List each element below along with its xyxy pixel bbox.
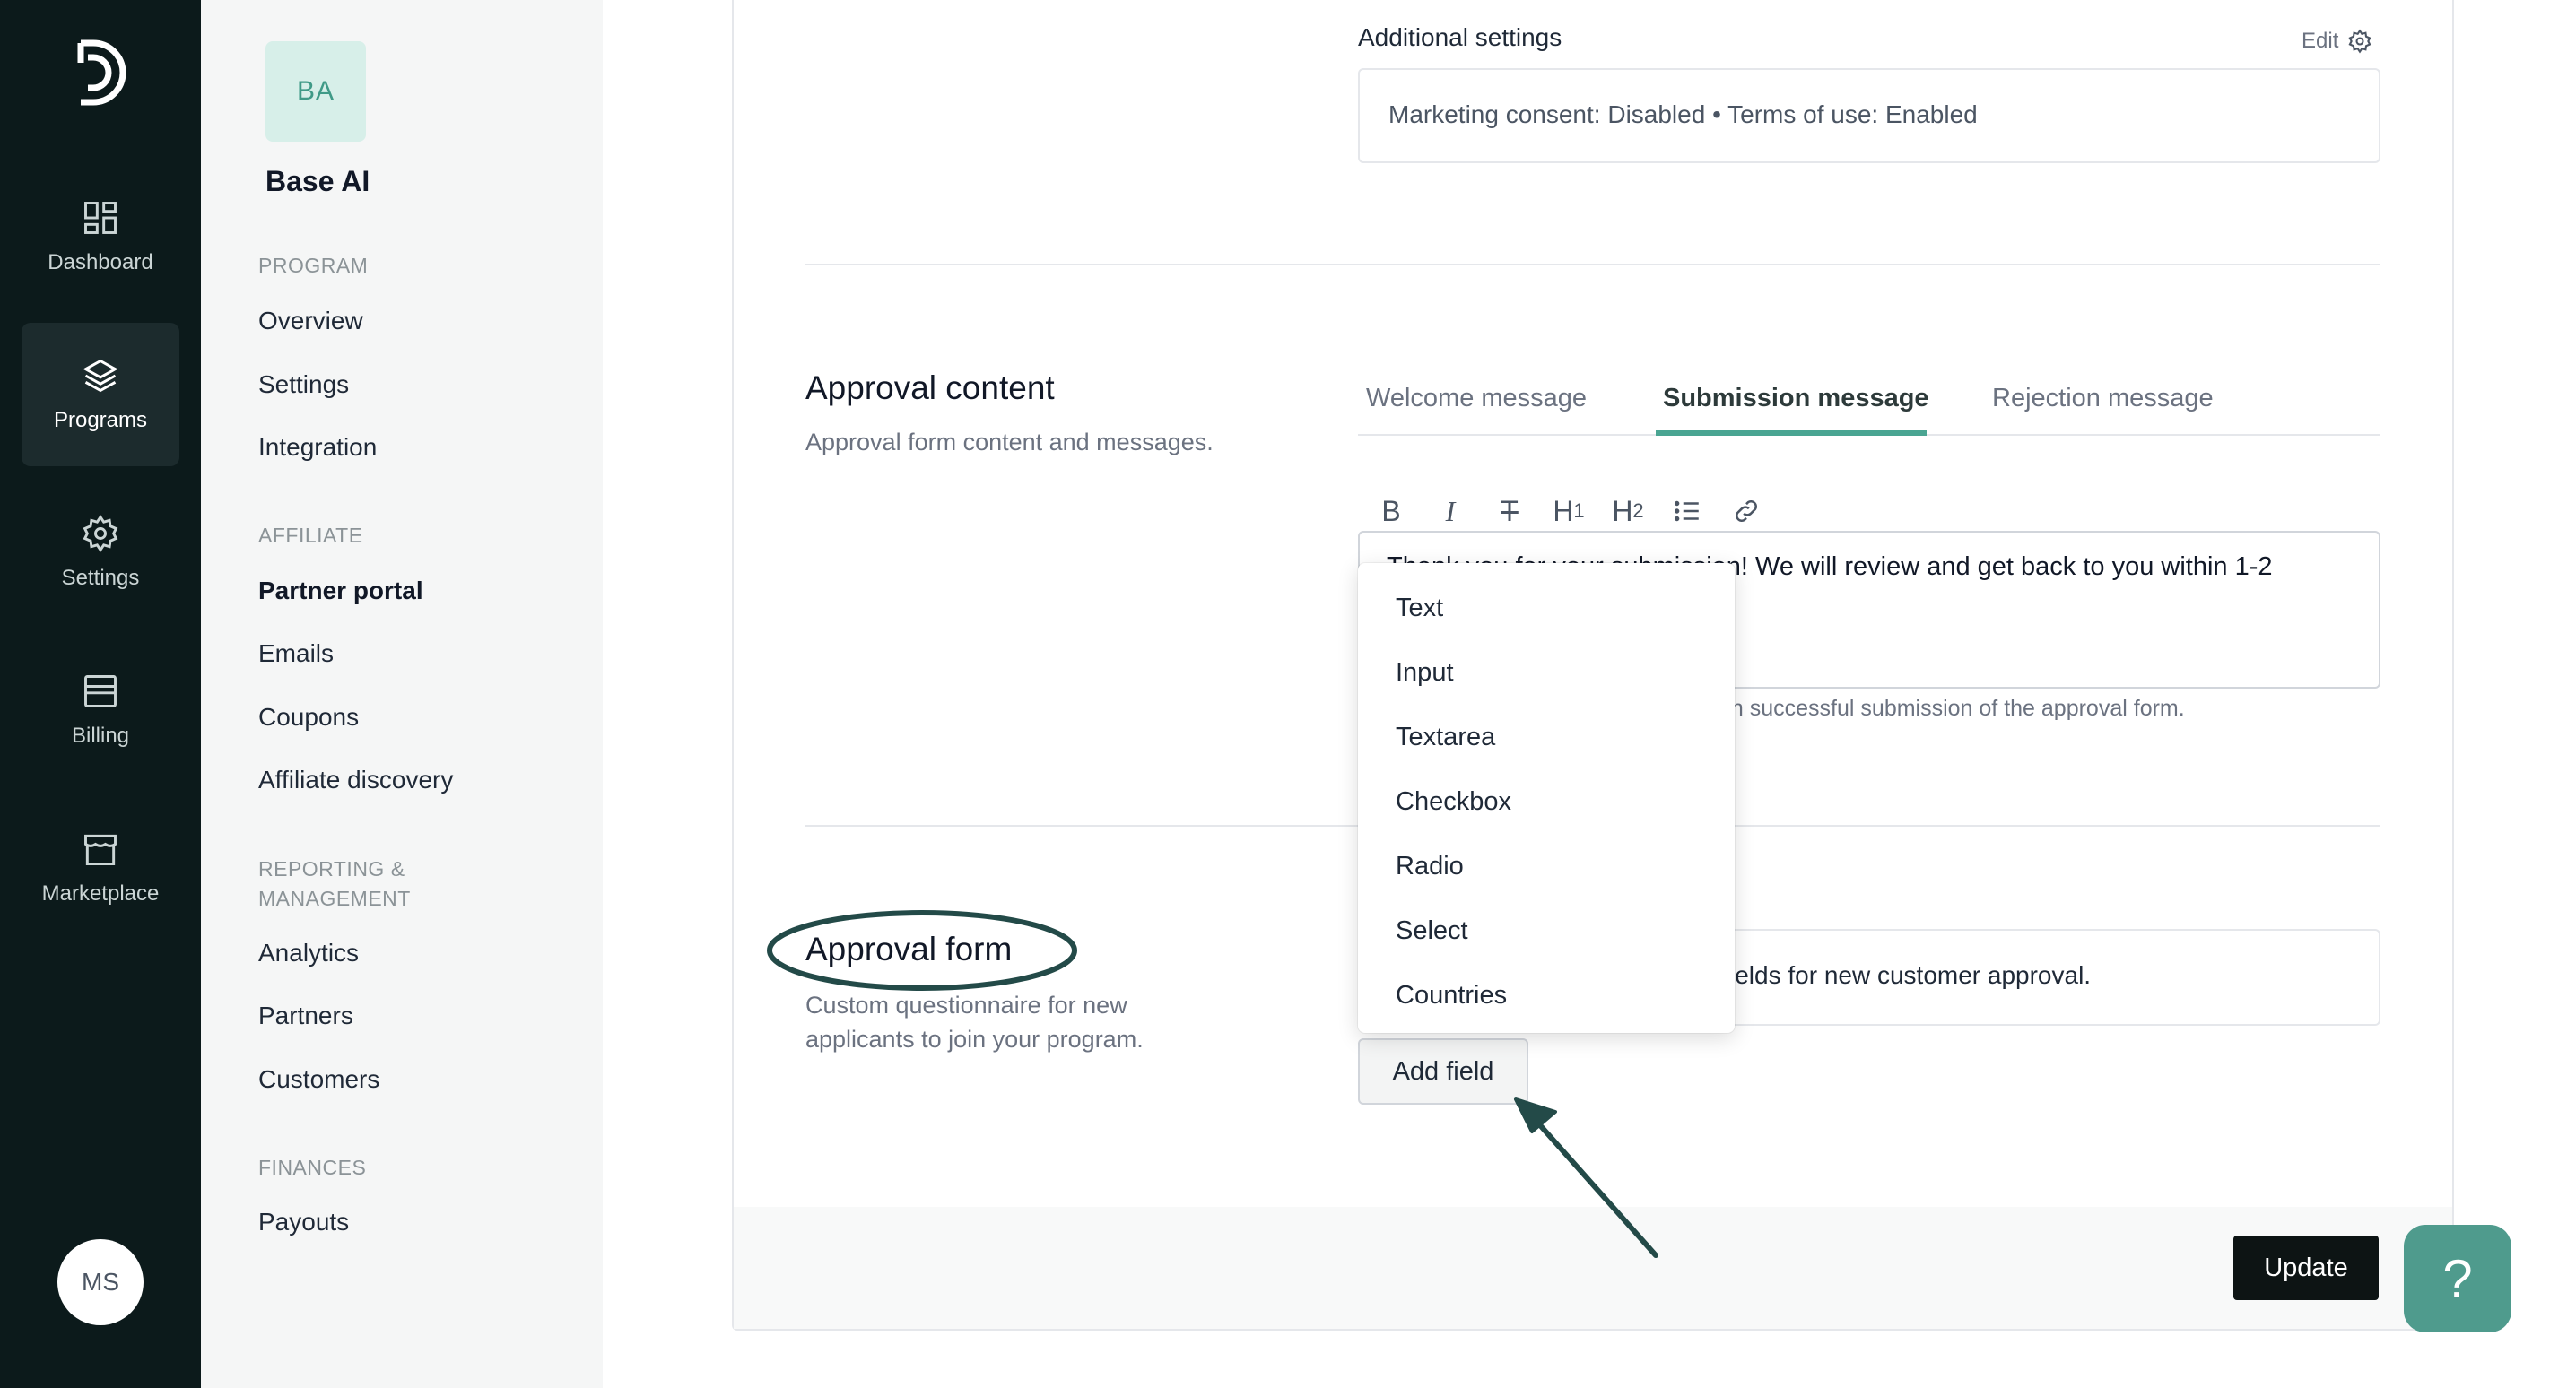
add-field-button[interactable]: Add field: [1358, 1038, 1528, 1105]
menu-item-text[interactable]: Text: [1358, 576, 1735, 640]
rail-item-settings[interactable]: Settings: [22, 481, 179, 624]
brand-logo-icon[interactable]: [74, 38, 127, 108]
link-icon[interactable]: [1726, 493, 1767, 529]
grid-icon: [84, 202, 117, 234]
section-heading: FINANCES: [258, 1156, 367, 1179]
sidebar-link-overview[interactable]: Overview: [258, 307, 363, 335]
sidebar-link-affiliate-discovery[interactable]: Affiliate discovery: [258, 766, 453, 794]
rail-item-billing[interactable]: Billing: [22, 638, 179, 782]
strikethrough-icon[interactable]: T: [1489, 493, 1530, 529]
italic-icon[interactable]: I: [1430, 493, 1471, 529]
approval-form-subtitle: Custom questionnaire for new applicants …: [805, 992, 1144, 1053]
additional-settings-summary: Marketing consent: Disabled • Terms of u…: [1358, 68, 2380, 163]
menu-item-textarea[interactable]: Textarea: [1358, 705, 1735, 769]
store-icon: [84, 834, 117, 865]
rail-label: Billing: [71, 724, 130, 748]
sidebar-link-emails[interactable]: Emails: [258, 639, 334, 668]
rail-label: Marketplace: [41, 881, 160, 906]
approval-content-subtitle: Approval form content and messages.: [805, 429, 1214, 455]
section-heading: PROGRAM: [258, 254, 369, 277]
tab-welcome-message[interactable]: Welcome message: [1366, 384, 1587, 413]
card-footer: [734, 1207, 2452, 1329]
card-icon: [84, 675, 117, 707]
additional-settings-label: Additional settings: [1358, 23, 1562, 51]
menu-item-select[interactable]: Select: [1358, 898, 1735, 963]
approval-content-title: Approval content: [805, 369, 1055, 406]
tab-rejection-message[interactable]: Rejection message: [1992, 384, 2214, 413]
gear-icon: [83, 515, 118, 552]
menu-item-countries[interactable]: Countries: [1358, 963, 1735, 1028]
sidebar-link-analytics[interactable]: Analytics: [258, 939, 359, 967]
approval-form-title: Approval form: [805, 931, 1013, 967]
rail-label: Programs: [53, 408, 148, 432]
rail-item-dashboard[interactable]: Dashboard: [22, 165, 179, 308]
left-rail: Dashboard Programs Settings Billing Mark…: [0, 0, 201, 1388]
gear-icon: [2348, 29, 2371, 54]
help-button[interactable]: ?: [2404, 1225, 2511, 1332]
rail-item-marketplace[interactable]: Marketplace: [22, 796, 179, 940]
program-name: Base AI: [265, 165, 370, 197]
update-button[interactable]: Update: [2233, 1236, 2379, 1300]
bullet-list-icon[interactable]: [1667, 493, 1708, 529]
edit-label: Edit: [2302, 29, 2339, 53]
section-heading: REPORTING & MANAGEMENT: [258, 857, 411, 910]
field-type-menu: Text Input Textarea Checkbox Radio Selec…: [1358, 563, 1735, 1033]
menu-item-radio[interactable]: Radio: [1358, 834, 1735, 898]
bold-icon[interactable]: B: [1371, 493, 1412, 529]
menu-item-input[interactable]: Input: [1358, 640, 1735, 705]
sidebar-link-integration[interactable]: Integration: [258, 433, 377, 462]
sidebar-link-partners[interactable]: Partners: [258, 1002, 353, 1030]
rail-label: Dashboard: [48, 250, 153, 274]
sidebar-link-settings[interactable]: Settings: [258, 370, 349, 399]
section-divider: [805, 264, 2380, 265]
program-badge: BA: [265, 41, 366, 142]
active-tab-indicator: [1656, 430, 1927, 436]
sidebar-link-partner-portal[interactable]: Partner portal: [258, 577, 423, 605]
heading-1-icon[interactable]: H1: [1548, 493, 1589, 529]
rail-label: Settings: [61, 566, 140, 590]
tab-submission-message[interactable]: Submission message: [1663, 384, 1929, 413]
edit-additional-settings-link[interactable]: Edit: [2302, 29, 2372, 54]
program-sidebar: BA Base AI PROGRAM Overview Settings Int…: [201, 0, 603, 1388]
heading-2-icon[interactable]: H2: [1607, 493, 1649, 529]
sidebar-link-customers[interactable]: Customers: [258, 1065, 379, 1094]
editor-toolbar: B I T H1 H2: [1371, 493, 1767, 529]
rail-item-programs[interactable]: Programs: [22, 323, 179, 466]
sidebar-link-coupons[interactable]: Coupons: [258, 703, 359, 732]
section-heading: AFFILIATE: [258, 524, 363, 547]
layers-icon: [83, 359, 118, 393]
user-avatar[interactable]: MS: [57, 1239, 144, 1325]
sidebar-link-payouts[interactable]: Payouts: [258, 1208, 349, 1236]
menu-item-checkbox[interactable]: Checkbox: [1358, 769, 1735, 834]
